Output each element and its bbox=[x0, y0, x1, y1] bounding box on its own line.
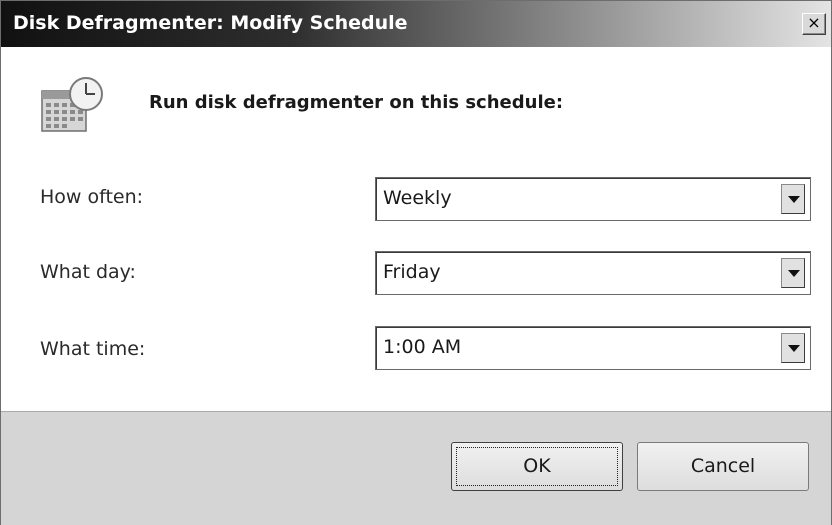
schedule-heading: Run disk defragmenter on this schedule: bbox=[149, 92, 564, 113]
what-day-label: What day: bbox=[40, 261, 136, 283]
chevron-down-icon[interactable] bbox=[781, 258, 805, 288]
what-time-select[interactable]: 1:00 AM bbox=[375, 326, 811, 370]
cancel-button[interactable]: Cancel bbox=[637, 442, 809, 491]
what-time-value: 1:00 AM bbox=[383, 336, 462, 358]
how-often-label: How often: bbox=[40, 186, 144, 208]
cancel-label: Cancel bbox=[690, 455, 756, 477]
chevron-down-icon[interactable] bbox=[781, 333, 805, 363]
close-icon: × bbox=[807, 13, 821, 32]
how-often-select[interactable]: Weekly bbox=[375, 177, 811, 221]
title-bar: Disk Defragmenter: Modify Schedule × bbox=[1, 1, 831, 47]
what-day-select[interactable]: Friday bbox=[375, 251, 811, 295]
calendar-clock-icon bbox=[41, 77, 103, 132]
what-day-value: Friday bbox=[383, 261, 441, 283]
close-button[interactable]: × bbox=[802, 13, 826, 35]
chevron-down-icon[interactable] bbox=[781, 184, 805, 214]
focus-rectangle bbox=[456, 447, 618, 486]
window-title: Disk Defragmenter: Modify Schedule bbox=[13, 12, 408, 34]
how-often-value: Weekly bbox=[383, 187, 452, 209]
ok-button[interactable]: OK bbox=[451, 442, 623, 491]
dialog-window: Disk Defragmenter: Modify Schedule × Run… bbox=[0, 0, 832, 525]
what-time-label: What time: bbox=[40, 338, 146, 360]
